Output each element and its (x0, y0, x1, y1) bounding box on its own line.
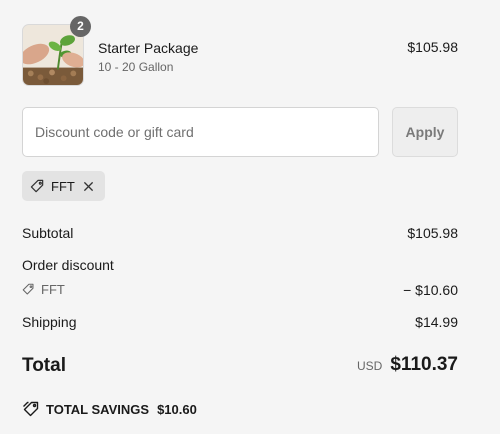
tag-icon (22, 283, 35, 296)
line-item: 2 Starter Package 10 - 20 Gallon $105.98 (22, 16, 458, 86)
total-amount: USD $110.37 (357, 354, 458, 376)
total-label: Total (22, 355, 66, 376)
discount-value: − $10.60 (403, 282, 458, 298)
total-value: $110.37 (390, 354, 458, 375)
quantity-badge: 2 (70, 16, 91, 37)
currency-code: USD (357, 359, 383, 373)
subtotal-label: Subtotal (22, 225, 74, 241)
discount-code-text: FFT (41, 282, 65, 297)
applied-code-label: FFT (51, 178, 75, 194)
subtotal-value: $105.98 (407, 225, 458, 241)
savings-tag-icon (22, 401, 40, 417)
product-price: $105.98 (407, 39, 458, 55)
shipping-value: $14.99 (415, 314, 458, 330)
order-discount-label: Order discount (22, 257, 114, 273)
applied-discount-chip: FFT (22, 171, 105, 201)
close-icon[interactable] (83, 181, 94, 192)
apply-button[interactable]: Apply (392, 107, 458, 157)
total-savings: TOTAL SAVINGS $10.60 (22, 401, 197, 417)
order-discount-code: FFT (22, 282, 65, 297)
savings-amount: $10.60 (157, 401, 197, 417)
product-name: Starter Package (98, 40, 199, 56)
savings-label: TOTAL SAVINGS (46, 401, 150, 417)
discount-code-input[interactable] (22, 107, 379, 157)
product-variant: 10 - 20 Gallon (98, 60, 174, 74)
shipping-label: Shipping (22, 314, 77, 330)
tag-icon (30, 179, 45, 194)
